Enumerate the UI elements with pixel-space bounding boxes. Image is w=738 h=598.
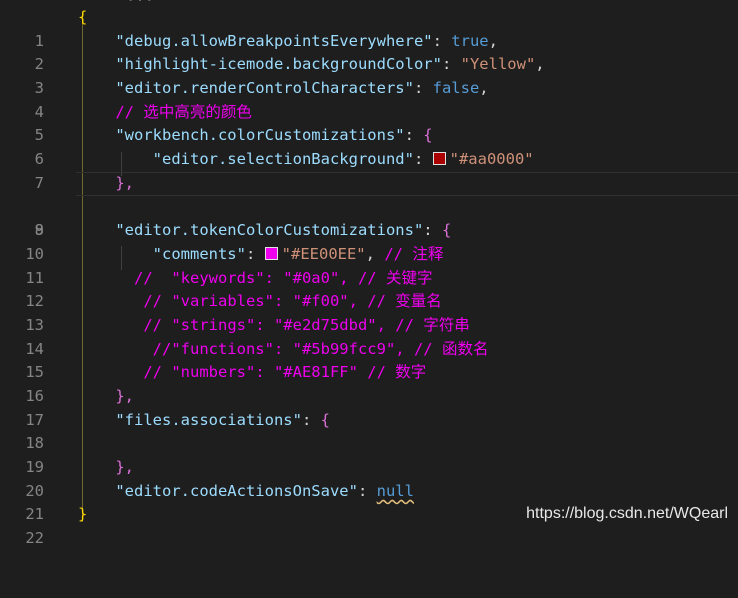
code-line[interactable]: 3 "highlight-icemode.backgroundColor": "…: [0, 53, 738, 97]
open-brace: {: [320, 410, 330, 429]
json-key: "files.associations": [115, 410, 302, 429]
comment: // "numbers": "#AE81FF" // 数字: [143, 363, 427, 382]
close-brace: },: [115, 173, 134, 192]
current-line-highlight: [76, 171, 738, 196]
json-key: "workbench.colorCustomizations": [115, 126, 405, 145]
code-editor[interactable]: 1 { 2 "debug.allowBreakpointsEverywhere"…: [0, 6, 738, 547]
close-brace: },: [115, 458, 134, 477]
code-line[interactable]: 2 "debug.allowBreakpointsEverywhere": tr…: [0, 30, 738, 74]
json-key: "comments": [152, 244, 246, 263]
json-string: "#EE00EE": [281, 244, 366, 263]
json-key: "editor.tokenColorCustomizations": [115, 221, 424, 240]
json-key: "highlight-icemode.backgroundColor": [115, 55, 442, 74]
json-key: "editor.codeActionsOnSave": [115, 481, 358, 500]
code-line[interactable]: 15 //"functions": "#5b99fcc9", // 函数名: [0, 338, 738, 382]
json-string: "#aa0000": [449, 150, 534, 169]
comment: // "variables": "#f00", // 变量名: [143, 292, 442, 311]
code-line[interactable]: 20 },: [0, 456, 738, 500]
json-bool: false: [432, 79, 480, 98]
code-line[interactable]: 13 // "variables": "#f00", // 变量名: [0, 290, 738, 334]
line-number: 22: [25, 529, 44, 548]
json-null: null: [376, 481, 414, 500]
code-line[interactable]: 14 // "strings": "#e2d75dbd", // 字符串: [0, 314, 738, 358]
comment: // "strings": "#e2d75dbd", // 字符串: [143, 315, 470, 334]
json-key: "editor.renderControlCharacters": [115, 79, 414, 98]
code-line[interactable]: 7 "editor.selectionBackground": "#aa0000…: [0, 148, 738, 192]
code-line[interactable]: 8 },: [0, 171, 738, 239]
code-line[interactable]: 21 "editor.codeActionsOnSave": null: [0, 480, 738, 524]
comment: // "keywords": "#0a0", // 关键字: [134, 268, 433, 287]
json-bool: true: [451, 31, 489, 50]
open-brace: {: [441, 221, 452, 240]
fragment-text: ...: [126, 0, 154, 5]
code-line[interactable]: 6 "workbench.colorCustomizations": {: [0, 124, 738, 168]
comment: //"functions": "#5b99fcc9", // 函数名: [152, 339, 489, 358]
watermark: https://blog.csdn.net/WQearl: [526, 505, 728, 522]
open-brace: {: [423, 126, 433, 145]
color-swatch[interactable]: [432, 152, 446, 166]
open-brace: {: [78, 8, 88, 26]
code-line[interactable]: 19: [0, 432, 738, 476]
code-line[interactable]: 17 },: [0, 385, 738, 429]
code-line[interactable]: 11 "comments": "#EE00EE", // 注释: [0, 243, 738, 287]
code-line[interactable]: 1 {: [0, 6, 738, 50]
code-line[interactable]: 9: [0, 196, 738, 239]
code-line[interactable]: 5 // 选中高亮的颜色: [0, 101, 738, 145]
code-line[interactable]: 18 "files.associations": {: [0, 409, 738, 453]
json-key: "editor.selectionBackground": [152, 150, 414, 169]
comment: // 选中高亮的颜色: [115, 102, 252, 121]
close-brace: },: [115, 387, 134, 405]
close-brace: }: [78, 505, 88, 524]
comment: // 注释: [384, 244, 444, 263]
json-string: "Yellow": [460, 55, 536, 74]
code-line[interactable]: 16 // "numbers": "#AE81FF" // 数字: [0, 361, 738, 405]
code-line[interactable]: 10 "editor.tokenColorCustomizations": {: [0, 219, 738, 263]
color-swatch[interactable]: [264, 246, 278, 260]
code-line[interactable]: 12 // "keywords": "#0a0", // 关键字: [0, 267, 738, 311]
code-line[interactable]: 4 "editor.renderControlCharacters": fals…: [0, 77, 738, 121]
json-key: "debug.allowBreakpointsEverywhere": [115, 31, 433, 50]
